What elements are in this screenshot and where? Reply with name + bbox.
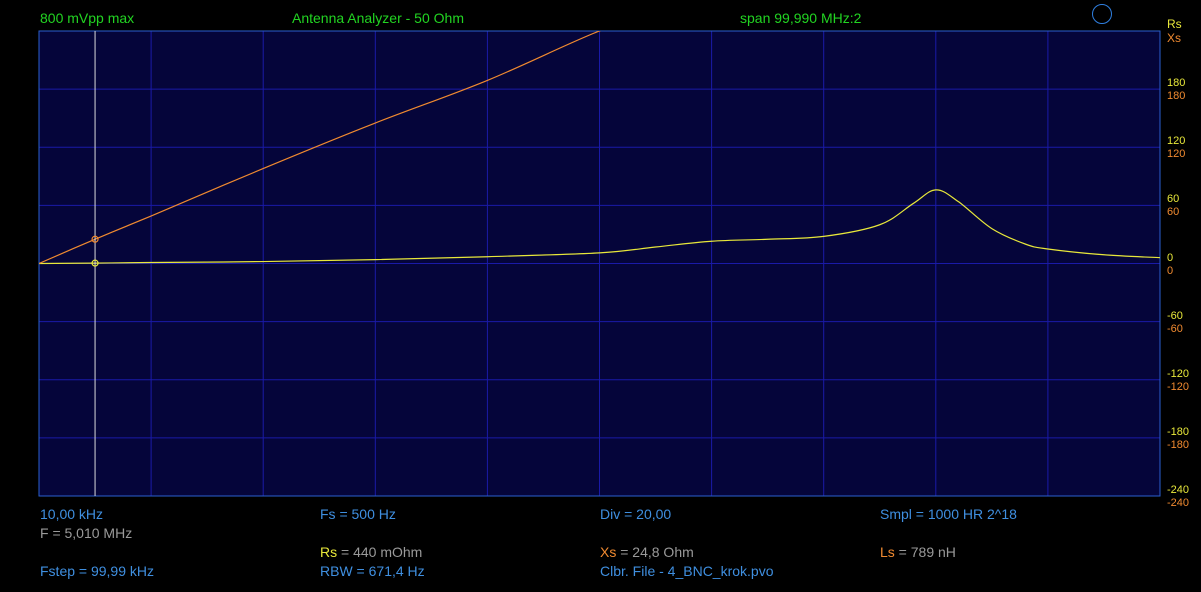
xs-readout: Xs = 24,8 Ohm [600, 544, 694, 560]
calibration-file: Clbr. File - 4_BNC_krok.pvo [600, 563, 774, 579]
start-frequency: 10,00 kHz [40, 506, 104, 522]
rs-readout: Rs = 440 mOhm [320, 544, 422, 560]
ls-readout-name: Ls [880, 544, 895, 560]
y-tick-label-xs: -60 [1167, 322, 1183, 335]
y-tick-label-rs: -60 [1167, 309, 1183, 322]
ls-readout-value: = 789 nH [894, 544, 956, 560]
plot-area [38, 30, 1161, 497]
xs-readout-name: Xs [600, 544, 617, 560]
xs-readout-value: = 24,8 Ohm [616, 544, 694, 560]
y-tick-label-rs: -180 [1167, 425, 1190, 438]
legend-rs: Rs [1167, 17, 1182, 31]
y-tick-label-rs: 60 [1167, 193, 1180, 206]
y-tick-label-rs: -240 [1167, 484, 1190, 496]
span-label: span 99,990 MHz:2 [740, 10, 862, 26]
ls-readout: Ls = 789 nH [880, 544, 956, 560]
rs-readout-name: Rs [320, 544, 338, 560]
y-tick-label-rs: -120 [1167, 367, 1190, 380]
sampling-label: Smpl = 1000 HR 2^18 [880, 506, 1017, 522]
y-tick-label-xs: 180 [1167, 90, 1186, 103]
sample-rate: Fs = 500 Hz [320, 506, 396, 522]
y-tick-label-xs: 60 [1167, 206, 1180, 219]
legend-xs: Xs [1167, 31, 1182, 45]
y-tick-label-xs: 120 [1167, 148, 1186, 161]
rbw-label: RBW = 671,4 Hz [320, 563, 425, 579]
cursor-frequency: F = 5,010 MHz [40, 525, 133, 541]
y-tick-label-xs: -120 [1167, 380, 1190, 393]
y-tick-label-xs: 0 [1167, 264, 1174, 277]
y-tick-label-xs: -240 [1167, 497, 1190, 509]
y-tick-label-rs: 120 [1167, 135, 1186, 148]
status-indicator-icon[interactable] [1092, 4, 1112, 24]
frequency-step: Fstep = 99,99 kHz [40, 563, 155, 579]
division-label: Div = 20,00 [600, 506, 672, 522]
rs-readout-value: = 440 mOhm [337, 544, 423, 560]
y-tick-label-rs: 0 [1167, 251, 1174, 264]
mode-title: Antenna Analyzer - 50 Ohm [292, 10, 464, 26]
y-tick-label-rs: 180 [1167, 77, 1186, 90]
y-tick-label-xs: -180 [1167, 438, 1190, 451]
amplitude-label: 800 mVpp max [40, 10, 135, 26]
